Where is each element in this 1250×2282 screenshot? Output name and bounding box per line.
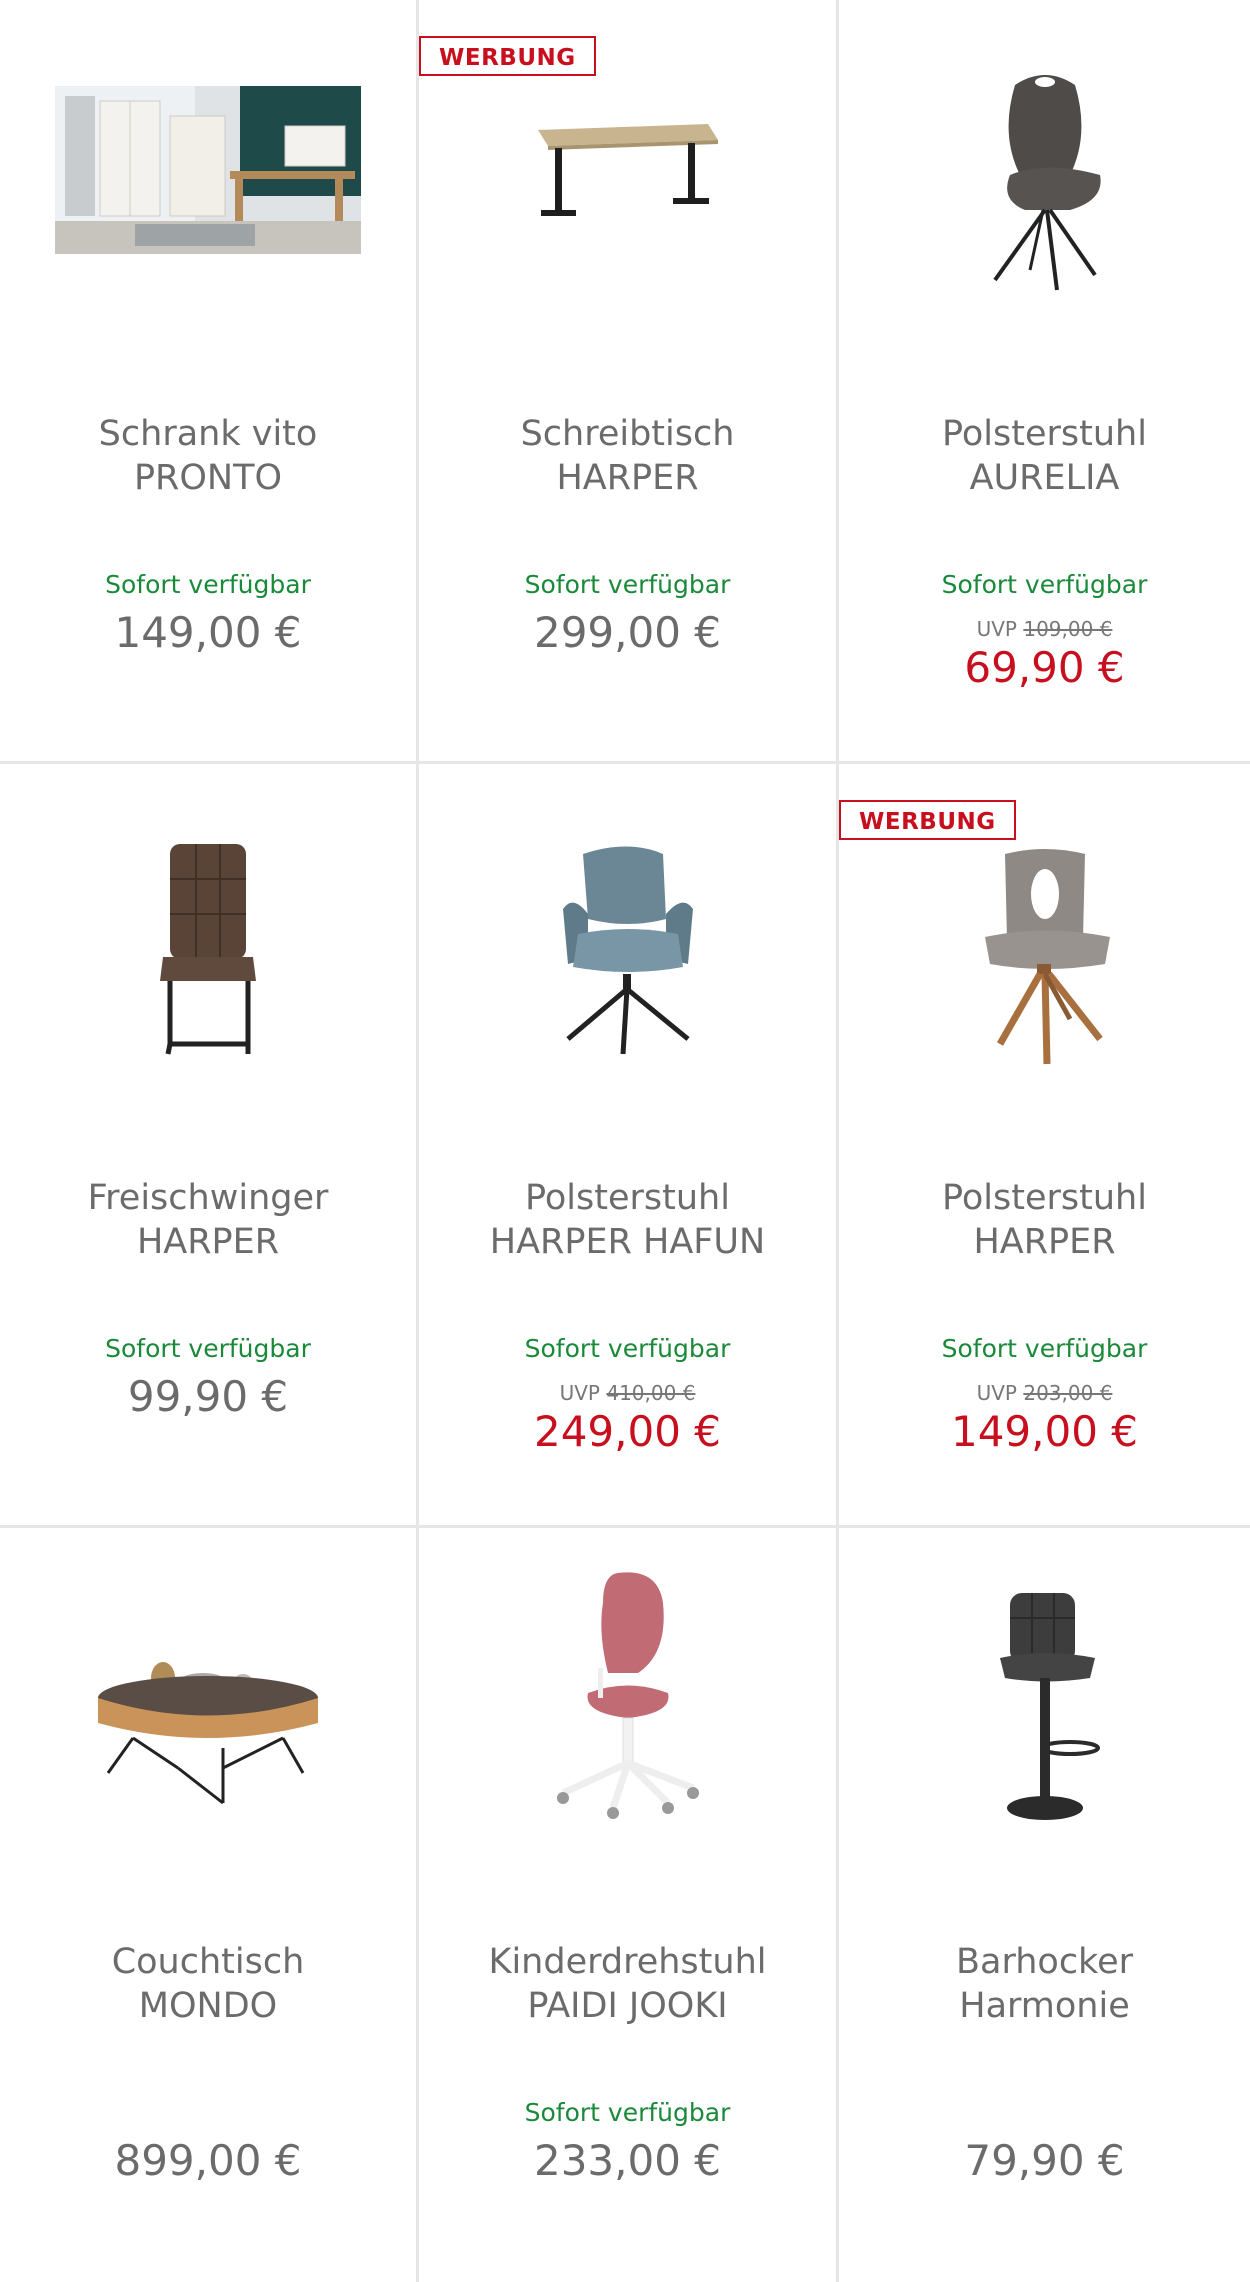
availability-status: Sofort verfügbar [524,570,731,599]
product-price: 149,00 € [114,608,302,657]
product-price: 233,00 € [533,2136,722,2185]
sale-price: 69,90 € [964,643,1125,692]
availability-status: Sofort verfügbar [524,2098,731,2127]
product-card[interactable]: Freischwinger HARPER Sofort verfügbar 99,… [0,764,419,1528]
product-grid: Schrank vito PRONTO Sofort verfügbar 149,… [0,0,1250,2282]
product-card[interactable]: WERBUNG Schreibtisch HARPER Sofort verfüg… [419,0,839,764]
uvp-price: UVP 109,00 € [976,617,1113,641]
product-title[interactable]: Polsterstuhl HARPER [839,1176,1250,1264]
product-card[interactable]: Kinderdrehstuhl PAIDI JOOKI Sofort verfüg… [419,1528,839,2282]
availability-status: Sofort verfügbar [105,570,311,599]
product-card[interactable]: WERBUNG Polsterstuhl HARPER Sofort verfüg… [839,764,1250,1528]
product-title[interactable]: Schrank vito PRONTO [0,412,416,500]
armchair-icon[interactable] [419,819,836,1079]
product-card[interactable]: Polsterstuhl HARPER HAFUN Sofort verfügba… [419,764,839,1528]
product-price: 299,00 € [533,608,722,657]
office-room-photo[interactable] [0,40,416,300]
sale-price: 149,00 € [950,1407,1139,1456]
product-title[interactable]: Couchtisch MONDO [0,1940,416,2028]
product-price: 79,90 € [964,2136,1125,2185]
upholstered-chair-icon[interactable] [839,50,1250,310]
product-card[interactable]: Schrank vito PRONTO Sofort verfügbar 149,… [0,0,419,764]
uvp-price: UVP 410,00 € [559,1381,696,1405]
kids-swivel-chair-icon[interactable] [419,1568,836,1828]
product-title[interactable]: Polsterstuhl AURELIA [839,412,1250,500]
uvp-price: UVP 203,00 € [976,1381,1113,1405]
availability-status: Sofort verfügbar [941,1334,1148,1363]
product-card[interactable]: Barhocker Harmonie 79,90 € [839,1528,1250,2282]
wooden-leg-chair-icon[interactable] [839,824,1250,1084]
sale-price: 249,00 € [533,1407,722,1456]
desk-icon[interactable] [419,40,836,300]
availability-status: Sofort verfügbar [524,1334,731,1363]
product-title[interactable]: Polsterstuhl HARPER HAFUN [419,1176,836,1264]
availability-status: Sofort verfügbar [105,1334,311,1363]
availability-status: Sofort verfügbar [941,570,1148,599]
cantilever-chair-icon[interactable] [0,824,416,1084]
product-price: 899,00 € [114,2136,302,2185]
product-title[interactable]: Schreibtisch HARPER [419,412,836,500]
product-title[interactable]: Barhocker Harmonie [839,1940,1250,2028]
product-card[interactable]: Polsterstuhl AURELIA Sofort verfügbar UVP… [839,0,1250,764]
product-price: 99,90 € [127,1372,289,1421]
bar-stool-icon[interactable] [839,1578,1250,1838]
product-title[interactable]: Kinderdrehstuhl PAIDI JOOKI [419,1940,836,2028]
coffee-table-icon[interactable] [0,1578,416,1838]
product-title[interactable]: Freischwinger HARPER [0,1176,416,1264]
product-card[interactable]: Couchtisch MONDO 899,00 € [0,1528,419,2282]
